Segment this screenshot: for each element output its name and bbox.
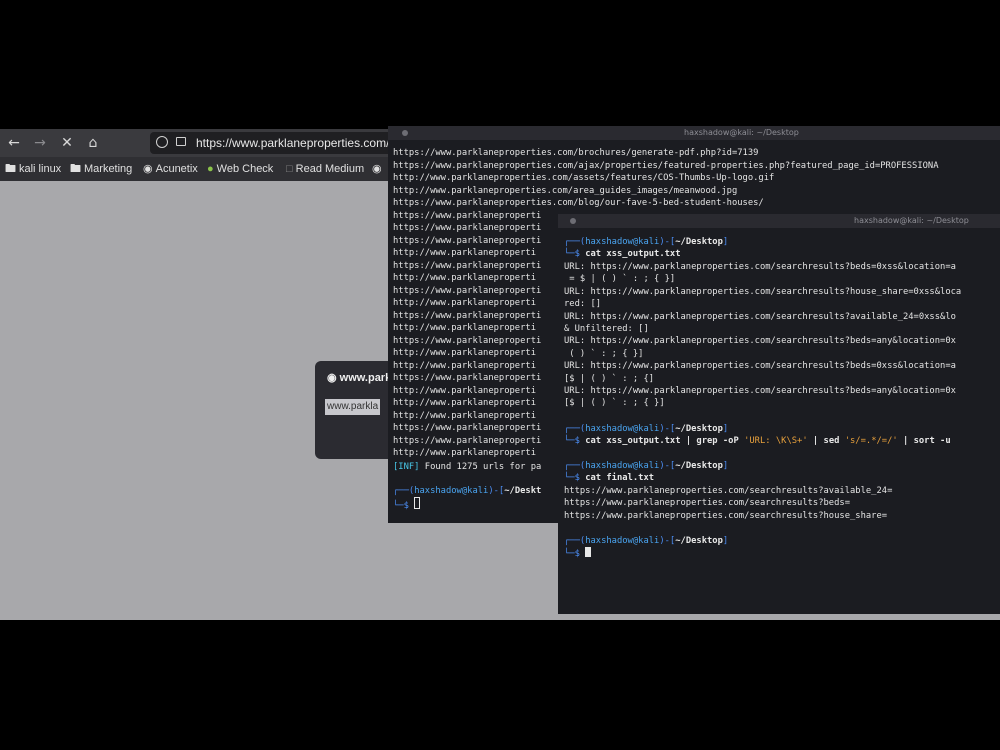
output-line: https://www.parklaneproperties.com/broch… [393, 148, 759, 158]
text-cursor [585, 547, 592, 557]
info-tag: [INF] [393, 461, 420, 472]
found-summary-line: [INF] Found 1275 urls for pa [393, 461, 541, 473]
output-line: URL: https://www.parklaneproperties.com/… [564, 262, 956, 272]
prompt-line: ┌──(haxshadow@kali)-[~/Desktop] [564, 461, 729, 471]
home-icon[interactable]: ⌂ [84, 134, 102, 152]
output-line: http://www.parklaneproperti [393, 410, 536, 421]
output-line: http://www.parklaneproperti [393, 348, 536, 358]
web-check-icon: ● [207, 163, 214, 175]
bookmark-kali-linux[interactable]: 🖿 kali linux [5, 157, 61, 181]
command-line[interactable]: └─$ [393, 496, 421, 511]
output-line: https://www.parklaneproperties.com/searc… [564, 510, 888, 521]
output-line: https://www.parklaneproperties.com/ajax/… [393, 160, 939, 171]
output-line: http://www.parklaneproperti [393, 323, 536, 333]
bookmark-marketing[interactable]: 🖿 Marketing [70, 157, 132, 181]
terminal-titlebar[interactable]: haxshadow@kali: ~/Desktop [388, 126, 1000, 140]
text-cursor [414, 496, 421, 509]
url-text[interactable]: https://www.parklaneproperties.com/ [196, 132, 389, 154]
output-line: https://www.parklaneproperti [393, 223, 542, 233]
output-line: [$ | ( ) ` : ; { }] [564, 398, 665, 409]
bookmark-web-check[interactable]: ● Web Check [207, 157, 273, 181]
extension-icon[interactable]: ◉ [372, 157, 382, 181]
output-line: https://www.parklaneproperties.com/searc… [564, 498, 850, 509]
command-line[interactable]: └─$ [564, 547, 592, 559]
terminal-titlebar[interactable]: haxshadow@kali: ~/Desktop [558, 214, 1000, 228]
output-line: https://www.parklaneproperti [393, 285, 542, 296]
output-line: URL: https://www.parklaneproperties.com/… [564, 286, 962, 297]
output-line: & Unfiltered: [] [564, 324, 649, 334]
prompt-line: ┌──(haxshadow@kali)-[~/Desktop] [564, 536, 729, 546]
output-line: https://www.parklaneproperti [393, 373, 542, 383]
output-line: https://www.parklaneproperti [393, 235, 542, 246]
output-line: https://www.parklaneproperties.com/searc… [564, 486, 893, 496]
terminal-window-front[interactable]: haxshadow@kali: ~/Desktop ┌──(haxshadow@… [558, 214, 1000, 614]
output-line: http://www.parklaneproperti [393, 385, 536, 396]
lock-icon [176, 137, 186, 146]
popup-url-field[interactable]: www.parkla [325, 399, 381, 415]
output-line: http://www.parklaneproperti [393, 248, 536, 258]
bookmark-acunetix[interactable]: ◉ Acunetix [143, 157, 198, 181]
stop-icon[interactable]: ✕ [58, 134, 76, 152]
output-line: red: [] [564, 299, 602, 310]
output-line: http://www.parklaneproperti [393, 360, 536, 371]
output-line: ( ) ` : ; { }] [564, 348, 644, 359]
output-line: https://www.parklaneproperti [393, 335, 542, 346]
folder-icon: 🖿 [70, 163, 81, 175]
output-line: URL: https://www.parklaneproperties.com/… [564, 311, 956, 322]
output-line: [$ | ( ) ` : ; {] [564, 373, 655, 384]
url-bar[interactable]: https://www.parklaneproperties.com/ [150, 132, 410, 154]
output-line: http://www.parklaneproperti [393, 273, 536, 283]
window-menu-icon[interactable] [402, 130, 408, 136]
site-info-icon[interactable] [156, 136, 168, 148]
window-menu-icon[interactable] [570, 218, 576, 224]
globe-icon: ◉ [143, 163, 153, 175]
folder-icon: 🖿 [5, 163, 16, 175]
output-line: https://www.parklaneproperti [393, 210, 542, 221]
popup-title: ◉ www.park [327, 372, 392, 384]
output-line: https://www.parklaneproperti [393, 310, 542, 321]
output-line: https://www.parklaneproperti [393, 423, 542, 433]
output-line: URL: https://www.parklaneproperties.com/… [564, 361, 956, 372]
command-line: └─$ cat xss_output.txt | grep -oP 'URL: … [564, 436, 951, 446]
output-line: URL: https://www.parklaneproperties.com/… [564, 336, 956, 347]
terminal-title: haxshadow@kali: ~/Desktop [854, 216, 969, 225]
prompt-line: ┌──(haxshadow@kali)-[~/Deskt [393, 485, 542, 496]
output-line: https://www.parklaneproperties.com/blog/… [393, 198, 764, 208]
globe-icon: ◉ [327, 372, 340, 384]
command-line: └─$ cat xss_output.txt [564, 249, 681, 259]
prompt-line: ┌──(haxshadow@kali)-[~/Desktop] [564, 424, 729, 434]
output-line: = $ | ( ) ` : ; { }] [564, 274, 676, 285]
back-icon[interactable]: ← [5, 134, 23, 152]
output-line: http://www.parklaneproperti [393, 398, 536, 408]
output-line: https://www.parklaneproperti [393, 435, 542, 446]
terminal-title: haxshadow@kali: ~/Desktop [684, 128, 799, 137]
output-line: URL: https://www.parklaneproperties.com/… [564, 386, 956, 396]
bookmark-read-medium[interactable]: □ Read Medium [286, 157, 364, 181]
output-line: https://www.parklaneproperti [393, 260, 542, 271]
output-line: http://www.parklaneproperti [393, 448, 536, 458]
output-line: http://www.parklaneproperties.com/area_g… [393, 185, 738, 196]
page-icon: □ [286, 163, 293, 175]
command-line: └─$ cat final.txt [564, 473, 655, 483]
prompt-line: ┌──(haxshadow@kali)-[~/Desktop] [564, 237, 729, 247]
forward-icon[interactable]: → [31, 134, 49, 152]
found-text: Found 1275 urls for pa [419, 461, 542, 472]
output-line: http://www.parklaneproperti [393, 298, 536, 308]
output-line: http://www.parklaneproperties.com/assets… [393, 173, 775, 183]
